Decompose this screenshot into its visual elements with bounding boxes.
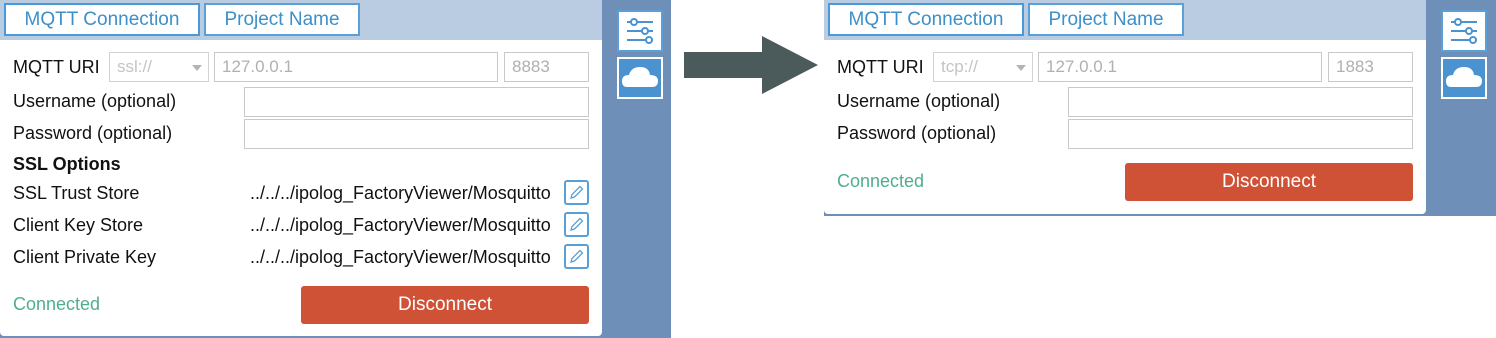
left-tab-mqtt-connection[interactable]: MQTT Connection xyxy=(4,3,200,36)
left-ssl-options-heading: SSL Options xyxy=(13,154,121,174)
left-ssl-trust-store-path: ../../../ipolog_FactoryViewer/Mosquitto xyxy=(250,183,550,203)
left-username-label: Username (optional) xyxy=(13,91,177,111)
right-connection-status: Connected xyxy=(837,171,925,191)
left-tab-project-name[interactable]: Project Name xyxy=(204,3,360,36)
left-scheme-value: ssl:// xyxy=(117,57,152,76)
left-ssl-trust-store-edit-button[interactable] xyxy=(564,180,589,205)
sliders-icon xyxy=(627,18,653,44)
right-scheme-value: tcp:// xyxy=(941,57,978,76)
right-host-input[interactable]: 127.0.0.1 xyxy=(1038,52,1322,82)
right-username-input[interactable] xyxy=(1068,87,1413,117)
right-tab-mqtt-connection[interactable]: MQTT Connection xyxy=(828,3,1024,36)
left-scheme-select[interactable]: ssl:// xyxy=(109,52,209,82)
left-client-private-key-path: ../../../ipolog_FactoryViewer/Mosquitto xyxy=(250,247,550,267)
left-mqtt-uri-label: MQTT URI xyxy=(13,57,100,77)
pencil-icon xyxy=(570,249,584,263)
right-username-label: Username (optional) xyxy=(837,91,1001,111)
right-cloud-button[interactable] xyxy=(1441,57,1487,99)
left-connection-status: Connected xyxy=(13,294,101,314)
right-password-input[interactable] xyxy=(1068,119,1413,149)
left-password-label: Password (optional) xyxy=(13,123,173,143)
pencil-icon xyxy=(570,185,584,199)
right-arrow-icon xyxy=(684,36,818,94)
chevron-down-icon xyxy=(192,65,202,71)
left-port-input[interactable]: 8883 xyxy=(504,52,589,82)
left-client-key-store-label: Client Key Store xyxy=(13,215,144,235)
right-scheme-select[interactable]: tcp:// xyxy=(933,52,1033,82)
left-client-key-store-path: ../../../ipolog_FactoryViewer/Mosquitto xyxy=(250,215,550,235)
sliders-icon xyxy=(1451,18,1477,44)
left-client-key-store-edit-button[interactable] xyxy=(564,212,589,237)
left-ssl-trust-store-label: SSL Trust Store xyxy=(13,183,140,203)
right-tab-project-name[interactable]: Project Name xyxy=(1028,3,1184,36)
left-client-private-key-label: Client Private Key xyxy=(13,247,157,267)
left-password-input[interactable] xyxy=(244,119,589,149)
left-username-input[interactable] xyxy=(244,87,589,117)
right-disconnect-button[interactable]: Disconnect xyxy=(1125,163,1413,201)
cloud-icon xyxy=(622,67,658,87)
right-settings-button[interactable] xyxy=(1441,10,1487,52)
right-password-label: Password (optional) xyxy=(837,123,997,143)
left-disconnect-button[interactable]: Disconnect xyxy=(301,286,589,324)
left-cloud-button[interactable] xyxy=(617,57,663,99)
pencil-icon xyxy=(570,217,584,231)
chevron-down-icon xyxy=(1016,65,1026,71)
right-mqtt-uri-label: MQTT URI xyxy=(837,57,924,77)
left-settings-button[interactable] xyxy=(617,10,663,52)
cloud-icon xyxy=(1446,67,1482,87)
left-client-private-key-edit-button[interactable] xyxy=(564,244,589,269)
right-port-input[interactable]: 1883 xyxy=(1328,52,1413,82)
left-host-input[interactable]: 127.0.0.1 xyxy=(214,52,498,82)
